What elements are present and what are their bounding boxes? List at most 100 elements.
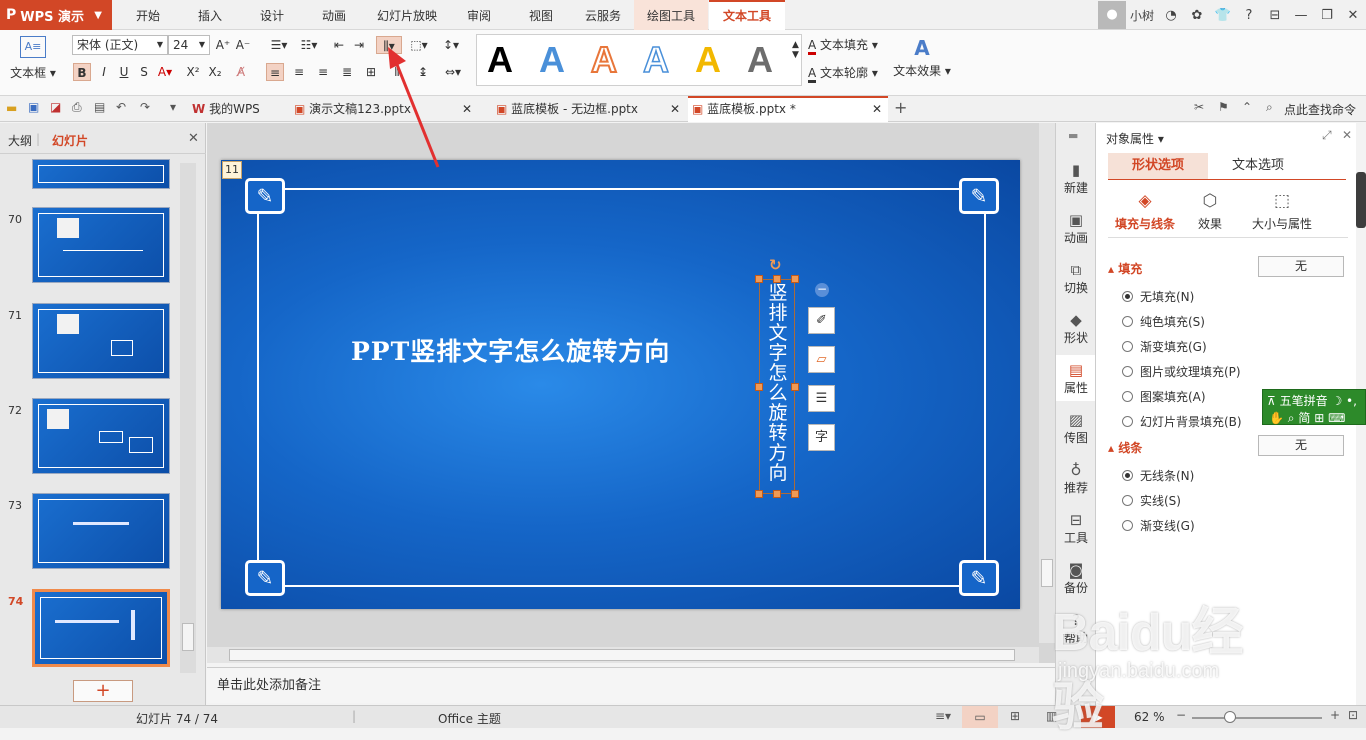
close-icon[interactable]: ✕ [872, 98, 882, 120]
shrink-font-icon[interactable]: A⁻ [234, 36, 252, 54]
minimize-button[interactable]: — [1288, 8, 1314, 23]
subscript-icon[interactable]: X₂ [206, 63, 224, 81]
horizontal-scrollbar[interactable] [207, 647, 1039, 663]
command-search-input[interactable]: 点此查找命令 [1284, 101, 1356, 118]
zoom-in-icon[interactable]: + [1330, 708, 1340, 722]
distribute-icon[interactable]: ⊞ [362, 63, 380, 81]
resize-handle[interactable] [791, 490, 799, 498]
rotate-handle-icon[interactable]: ↻ [769, 256, 782, 274]
fit-window-icon[interactable]: ⊡ [1348, 708, 1358, 722]
italic-icon[interactable]: I [95, 63, 113, 81]
font-color-icon[interactable]: A▾ [156, 63, 174, 81]
radio-gradient-line[interactable]: 渐变线(G) [1122, 517, 1195, 534]
notes-toggle-icon[interactable]: ≡▾ [935, 709, 951, 723]
doc-tab-template[interactable]: ▣ 蓝底模板.pptx * ✕ [688, 96, 888, 122]
style-blue-option[interactable]: A [539, 39, 565, 81]
style-yellow-option[interactable]: A [695, 39, 721, 81]
slide-thumbnail-73[interactable] [32, 493, 170, 569]
tab-home[interactable]: 开始 [124, 0, 172, 30]
slide-thumbnail-72[interactable] [32, 398, 170, 474]
notes-pane[interactable]: 单击此处添加备注 [207, 667, 1055, 703]
ribbon-toggle-icon[interactable]: ⊟ [1262, 8, 1288, 23]
resize-handle[interactable] [755, 275, 763, 283]
tab-cloud[interactable]: 云服务 [578, 0, 628, 30]
tool-icon-a[interactable]: ✂ [1194, 100, 1204, 114]
strip-backup[interactable]: ◙ 备份 [1056, 561, 1096, 596]
normal-view-icon[interactable]: ▭ [962, 706, 998, 728]
strip-new[interactable]: ▮ 新建 [1056, 161, 1096, 196]
doc-tab-template-noborder[interactable]: ▣ 蓝底模板 - 无边框.pptx ✕ [492, 96, 684, 122]
underline-icon[interactable]: U [115, 63, 133, 81]
radio-solid-line[interactable]: 实线(S) [1122, 492, 1181, 509]
slide-thumbnail[interactable] [32, 159, 170, 189]
search-icon[interactable]: ⌕ [1266, 100, 1273, 115]
resize-handle[interactable] [791, 383, 799, 391]
tab-shape-options[interactable]: 形状选项 [1108, 153, 1208, 179]
vertical-scrollbar[interactable] [1039, 123, 1055, 643]
strip-animation[interactable]: ▣ 动画 [1056, 211, 1096, 246]
effect-subtab[interactable]: ⬡ 效果 [1188, 191, 1232, 232]
chevron-down-icon[interactable]: ▾ [170, 100, 176, 114]
float-panel-icon[interactable]: ⤢ [1322, 128, 1332, 143]
fill-section-header[interactable]: ▴ 填充 [1108, 260, 1142, 277]
style-gray-option[interactable]: A [747, 39, 773, 81]
align-left-icon[interactable]: ≡ [266, 63, 284, 81]
tab-slides[interactable]: 幻灯片 [52, 132, 88, 149]
strip-transition[interactable]: ⧉ 切换 [1056, 261, 1096, 296]
resize-handle[interactable] [773, 490, 781, 498]
radio-gradient-fill[interactable]: 渐变填充(G) [1122, 338, 1207, 355]
collapse-ribbon-icon[interactable]: ⌃ [1242, 100, 1252, 114]
tab-animation[interactable]: 动画 [310, 0, 358, 30]
edge-scroll-indicator[interactable] [1356, 172, 1366, 228]
zoom-out-icon[interactable]: − [1176, 708, 1186, 722]
scrollbar-thumb[interactable] [229, 649, 1015, 661]
numbering-icon[interactable]: ☷▾ [296, 36, 322, 54]
ime-toolbar[interactable]: ⊼ 五笔拼音 ☽ •, ✋ ⌕ 简 ⊞ ⌨ [1262, 389, 1366, 425]
panel-header[interactable]: 对象属性 ▾ [1106, 130, 1164, 147]
avatar[interactable]: ● [1098, 1, 1126, 29]
tab-drawing-tools[interactable]: 绘图工具 [634, 0, 708, 30]
strip-help[interactable]: ? 帮助 [1056, 611, 1096, 646]
line-type-select[interactable]: 无 [1258, 435, 1344, 456]
radio-solid-fill[interactable]: 纯色填充(S) [1122, 313, 1205, 330]
slide-sorter-icon[interactable]: ⊞ [1010, 709, 1020, 723]
tab-text-tools[interactable]: 文本工具 [709, 0, 785, 30]
settings-icon[interactable]: ✿ [1184, 8, 1210, 23]
pin-icon[interactable]: ▬ [1068, 129, 1078, 142]
redo-icon[interactable]: ↷ [140, 100, 150, 114]
close-icon[interactable]: ✕ [188, 131, 199, 146]
strip-tools[interactable]: ⊟ 工具 [1056, 511, 1096, 546]
tool-icon-b[interactable]: ⚑ [1218, 100, 1229, 114]
close-icon[interactable]: ✕ [670, 96, 680, 122]
outline-style-icon[interactable]: ▱ [808, 346, 835, 373]
increase-indent-icon[interactable]: ⇥ [350, 36, 368, 54]
user-name[interactable]: 小树 [1126, 7, 1158, 24]
collapse-icon[interactable]: − [815, 283, 829, 297]
open-folder-icon[interactable]: ▬ [6, 101, 17, 115]
print-icon[interactable]: ⎙ [72, 100, 82, 115]
layers-icon[interactable]: ☰ [808, 385, 835, 412]
resize-handle[interactable] [791, 275, 799, 283]
help-icon[interactable]: ? [1236, 8, 1262, 23]
tab-design[interactable]: 设计 [248, 0, 296, 30]
doc-tab-mywps[interactable]: W 我的WPS [188, 96, 280, 122]
wps-app-menu-button[interactable]: P WPS 演示 ▼ [0, 0, 112, 30]
text-outline-button[interactable]: A 文本轮廓 ▾ [808, 64, 878, 83]
strip-recommend[interactable]: ♁ 推荐 [1056, 461, 1096, 496]
radio-no-line[interactable]: 无线条(N) [1122, 467, 1194, 484]
slide-title[interactable]: PPT竖排文字怎么旋转方向 [351, 332, 670, 368]
close-icon[interactable]: ✕ [1342, 128, 1352, 142]
tab-insert[interactable]: 插入 [186, 0, 234, 30]
decrease-indent-icon[interactable]: ⇤ [330, 36, 348, 54]
zoom-slider[interactable] [1192, 711, 1322, 723]
close-icon[interactable]: ✕ [462, 96, 472, 122]
close-button[interactable]: ✕ [1340, 8, 1366, 23]
shirt-skin-icon[interactable]: 👕 [1210, 8, 1236, 23]
resize-handle[interactable] [773, 275, 781, 283]
style-blue-outline-option[interactable]: A [642, 38, 670, 81]
restore-button[interactable]: ❐ [1314, 8, 1340, 23]
superscript-icon[interactable]: X² [184, 63, 202, 81]
style-orange-outline-option[interactable]: A [590, 38, 618, 81]
strip-properties[interactable]: ▤ 属性 [1056, 355, 1096, 401]
radio-no-fill[interactable]: 无填充(N) [1122, 288, 1194, 305]
